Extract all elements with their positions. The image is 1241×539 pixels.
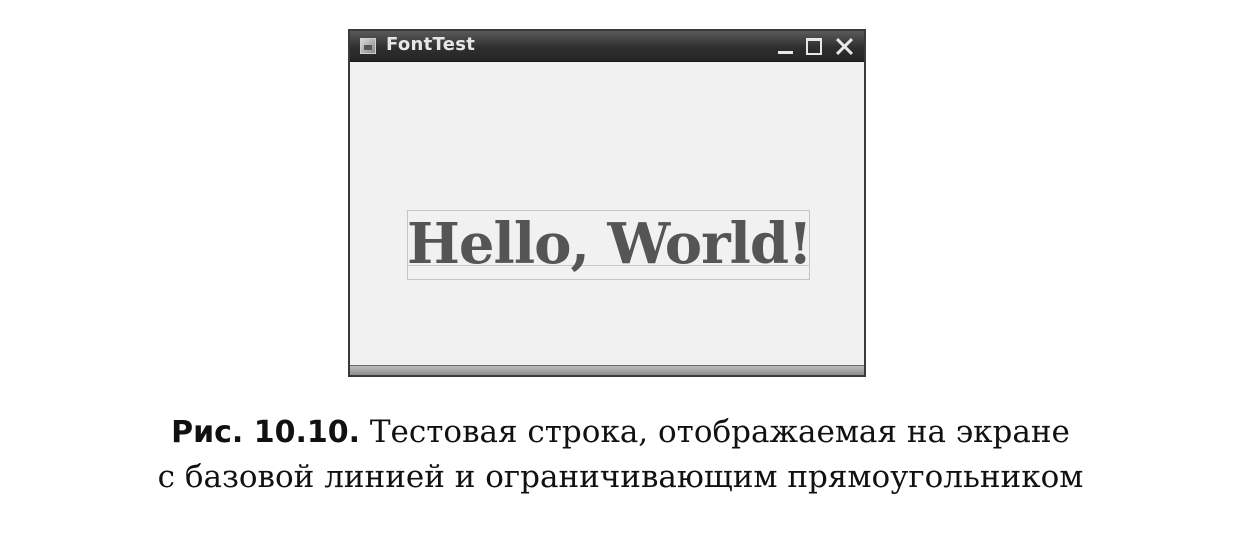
caption-text-1: Тестовая строка, отображаемая на экране	[369, 414, 1070, 450]
window-bottom-border[interactable]	[350, 365, 864, 375]
fonttest-window: FontTest Hello, World!	[348, 29, 866, 377]
title-bar[interactable]: FontTest	[350, 31, 864, 62]
window-title: FontTest	[386, 34, 476, 55]
app-icon[interactable]	[360, 38, 376, 54]
hello-world-text: Hello, World!	[407, 211, 813, 277]
caption-line-1: Рис. 10.10. Тестовая строка, отображаема…	[0, 410, 1241, 455]
caption-label: Рис. 10.10.	[171, 415, 361, 450]
maximize-icon[interactable]	[804, 36, 824, 56]
minimize-icon[interactable]	[776, 36, 796, 56]
window-content: Hello, World!	[350, 62, 864, 365]
figure-caption: Рис. 10.10. Тестовая строка, отображаема…	[0, 410, 1241, 499]
close-icon[interactable]	[834, 36, 854, 56]
caption-line-2: с базовой линией и ограничивающим прямоу…	[157, 459, 1084, 495]
